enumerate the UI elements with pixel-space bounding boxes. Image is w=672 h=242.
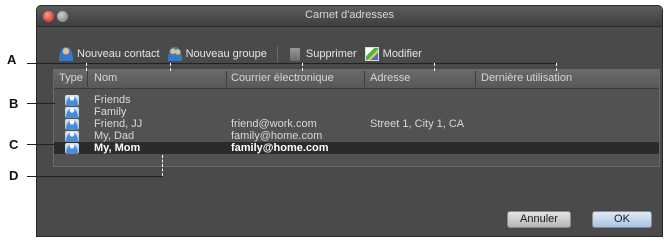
callout-d-tick (162, 155, 163, 176)
delete-button[interactable]: Supprimer (284, 45, 361, 63)
contact-name: Friends (94, 94, 131, 106)
column-header-email[interactable]: Courrier électronique (231, 72, 334, 84)
cancel-button[interactable]: Annuler (507, 211, 571, 228)
edit-icon (364, 47, 379, 61)
contact-name: Family (94, 106, 127, 118)
table-row[interactable]: My, Dad family@home.com (54, 130, 659, 142)
column-divider[interactable] (364, 71, 365, 87)
callout-c: C (9, 137, 19, 152)
contact-address: Street 1, City 1, CA (370, 118, 465, 130)
modify-label: Modifier (382, 48, 422, 60)
title-bar: Carnet d'adresses (37, 6, 662, 27)
contact-name: My, Mom (94, 142, 141, 154)
toolbar: Nouveau contact Nouveau groupe Supprimer… (55, 44, 426, 64)
window-title: Carnet d'adresses (305, 9, 394, 21)
column-divider[interactable] (226, 71, 227, 87)
ok-button[interactable]: OK (592, 211, 652, 228)
modify-button[interactable]: Modifier (361, 45, 426, 63)
new-contact-icon (59, 47, 73, 61)
contact-email: family@home.com (231, 130, 323, 142)
callout-b-leader (27, 103, 55, 104)
callout-a-tick (302, 63, 303, 71)
contact-name: Friend, JJ (94, 118, 143, 130)
table-row[interactable]: Family (54, 106, 659, 118)
new-contact-button[interactable]: Nouveau contact (55, 45, 164, 63)
contacts-table: Type Nom Courrier électronique Adresse D… (53, 69, 660, 167)
callout-d-leader (27, 176, 163, 177)
group-icon (65, 107, 79, 118)
contact-name: My, Dad (94, 130, 135, 142)
contact-email: friend@work.com (231, 118, 317, 130)
column-header-name[interactable]: Nom (94, 72, 117, 84)
delete-label: Supprimer (305, 48, 357, 60)
callout-d: D (9, 168, 19, 183)
toolbar-divider (276, 46, 278, 62)
table-row[interactable]: Friend, JJ friend@work.com Street 1, Cit… (54, 118, 659, 130)
callout-a-tick (170, 63, 171, 71)
address-book-window: Carnet d'adresses Nouveau contact Nouvea… (37, 6, 662, 236)
contact-icon (65, 143, 79, 154)
column-header-last-used[interactable]: Dernière utilisation (481, 72, 572, 84)
column-header-address[interactable]: Adresse (370, 72, 410, 84)
table-row[interactable]: Friends (54, 94, 659, 106)
callout-a-leader (27, 63, 557, 64)
contact-icon (65, 119, 79, 130)
callout-a: A (7, 52, 17, 67)
table-header: Type Nom Courrier électronique Adresse D… (54, 70, 659, 89)
callout-a-tick (434, 63, 435, 71)
column-header-type[interactable]: Type (59, 72, 83, 84)
callout-c-leader (27, 144, 55, 145)
callout-a-tick (86, 63, 87, 71)
new-group-label: Nouveau groupe (185, 48, 267, 60)
group-icon (65, 95, 79, 106)
callout-b: B (9, 96, 19, 111)
column-divider[interactable] (87, 71, 88, 87)
trash-icon (289, 47, 300, 61)
new-group-icon (167, 47, 182, 61)
contact-email: family@home.com (231, 142, 329, 154)
callout-a-tick (556, 63, 557, 71)
table-row-selected[interactable]: My, Mom family@home.com (54, 142, 659, 154)
column-divider[interactable] (475, 71, 476, 87)
new-group-button[interactable]: Nouveau groupe (164, 45, 271, 63)
contact-icon (65, 131, 79, 142)
new-contact-label: Nouveau contact (77, 48, 160, 60)
